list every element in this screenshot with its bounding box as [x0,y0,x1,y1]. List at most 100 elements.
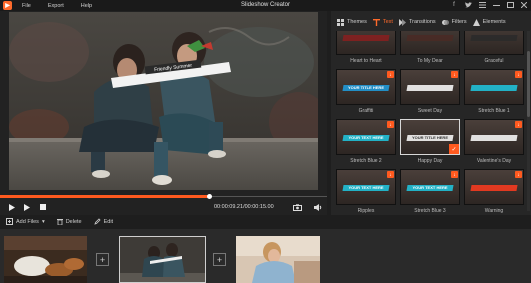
edit-icon [93,217,101,227]
text-style-label: Heart to Heart [350,58,382,64]
tab-label: Transitions [408,19,436,25]
download-icon[interactable]: ↓ [387,171,394,178]
progress-handle[interactable] [206,194,212,199]
timeline-clip[interactable] [4,236,87,283]
text-style-preview [406,35,454,41]
add-files-icon [6,217,13,227]
text-style-thumbnail[interactable]: ↓ [464,69,524,105]
text-icon [372,18,380,26]
delete-label: Delete [65,219,82,225]
menu-file[interactable]: File [22,3,31,9]
timeline-clip[interactable] [236,236,320,283]
download-icon[interactable]: ↓ [515,121,522,128]
text-style-item[interactable]: ↓ Sweet Day [399,69,461,114]
download-icon[interactable]: ↓ [515,71,522,78]
snapshot-icon[interactable] [292,202,302,212]
text-style-label: Warning [484,208,504,214]
panel-scrollbar[interactable] [527,31,530,211]
text-style-item[interactable]: YOUR TEXT HERE ↓ Stretch Blue 3 [399,169,461,214]
text-style-item[interactable]: YOUR TITLE HERE ✓ Happy Day [399,119,461,164]
text-style-thumbnail[interactable]: YOUR TITLE HERE ✓ [400,119,460,155]
text-style-thumbnail[interactable]: YOUR TEXT HERE ↓ [336,119,396,155]
text-style-sample: YOUR TITLE HERE [411,135,448,140]
text-style-item[interactable]: YOUR TEXT HERE ↓ Stretch Blue 2 [335,119,397,164]
window-controls: f [450,1,528,9]
close-icon[interactable] [520,1,528,9]
text-style-item[interactable]: ↓ Valentine's Day [463,119,525,164]
download-icon[interactable]: ↓ [451,171,458,178]
tab-transitions[interactable]: Transitions [398,18,436,26]
play-icon[interactable] [6,202,16,212]
text-style-thumbnail[interactable]: YOUR TEXT HERE ↓ [400,169,460,205]
transitions-icon [398,18,406,26]
text-style-item[interactable]: Heart to Heart [335,31,397,64]
effects-panel: Themes Text Transitions Filters Elements [331,11,531,215]
elements-icon [472,18,480,26]
preview-canvas[interactable]: Friendly Summer [9,12,318,190]
twitter-icon[interactable] [464,1,472,9]
play-button[interactable] [22,202,32,212]
trash-icon [56,218,63,227]
panel-tabs: Themes Text Transitions Filters Elements [331,15,531,29]
edit-label: Edit [103,219,114,225]
download-icon[interactable]: ↓ [451,71,458,78]
tab-elements[interactable]: Elements [472,18,506,26]
filters-icon [441,19,449,26]
menu-bar: File Export Help [22,3,109,9]
text-style-thumbnail[interactable] [400,31,460,55]
text-style-label: Happy Day [417,158,443,164]
check-icon: ✓ [449,144,459,154]
menu-help[interactable]: Help [81,3,92,9]
text-style-thumbnail[interactable]: YOUR TEXT HERE ↓ [336,169,396,205]
text-style-preview [406,85,454,91]
text-style-item[interactable]: ↓ Stretch Blue 1 [463,69,525,114]
text-style-label: Stretch Blue 1 [478,108,510,114]
text-style-thumbnail[interactable]: ↓ [400,69,460,105]
progress-fill [0,195,210,198]
tab-label: Elements [482,19,506,25]
add-transition-slot[interactable]: + [213,253,226,266]
download-icon[interactable]: ↓ [515,171,522,178]
add-files-label: Add Files [16,219,39,225]
text-style-label: Sweet Day [417,108,443,114]
edit-button[interactable]: Edit [93,217,114,227]
text-style-item[interactable]: YOUR TEXT HERE ↓ Ripples [335,169,397,214]
text-style-thumbnail[interactable]: ↓ [464,169,524,205]
total-time: 00:00:15.00 [244,204,274,210]
text-style-label: Stretch Blue 2 [350,158,382,164]
text-style-item[interactable]: YOUR TITLE HERE ↓ Graffiti [335,69,397,114]
tab-label: Themes [347,19,367,25]
text-style-label: Stretch Blue 3 [414,208,446,214]
minimize-icon[interactable] [492,1,500,9]
download-icon[interactable]: ↓ [387,121,394,128]
tab-label: Text [382,19,393,25]
volume-icon[interactable] [313,202,323,212]
text-style-item[interactable]: To My Dear [399,31,461,64]
text-style-label: To My Dear [417,58,443,64]
text-style-thumbnail[interactable]: YOUR TITLE HERE ↓ [336,69,396,105]
text-style-thumbnail[interactable] [464,31,524,55]
download-icon[interactable]: ↓ [387,71,394,78]
tab-text[interactable]: Text [372,18,393,26]
delete-button[interactable]: Delete [56,218,82,227]
text-style-item[interactable]: Graceful [463,31,525,64]
tab-filters[interactable]: Filters [441,19,467,26]
text-style-thumbnail[interactable] [336,31,396,55]
menu-export[interactable]: Export [48,3,64,9]
tab-themes[interactable]: Themes [337,18,367,26]
text-style-thumbnail[interactable]: ↓ [464,119,524,155]
playback-progress[interactable] [0,194,327,199]
scrollbar-thumb[interactable] [527,51,530,117]
facebook-icon[interactable]: f [450,1,458,9]
menu-icon[interactable] [478,1,486,9]
maximize-icon[interactable] [506,1,514,9]
text-style-label: Valentine's Day [476,158,512,164]
preview-area: Friendly Summer 00:00:09.21/00:00:15.00 [0,11,327,215]
stop-icon[interactable] [38,202,48,212]
add-files-button[interactable]: Add Files ▾ [6,217,45,227]
text-style-item[interactable]: ↓ Warning [463,169,525,214]
text-style-preview [470,185,518,191]
tab-label: Filters [451,19,467,25]
add-transition-slot[interactable]: + [96,253,109,266]
timeline-clip-selected[interactable] [119,236,206,283]
